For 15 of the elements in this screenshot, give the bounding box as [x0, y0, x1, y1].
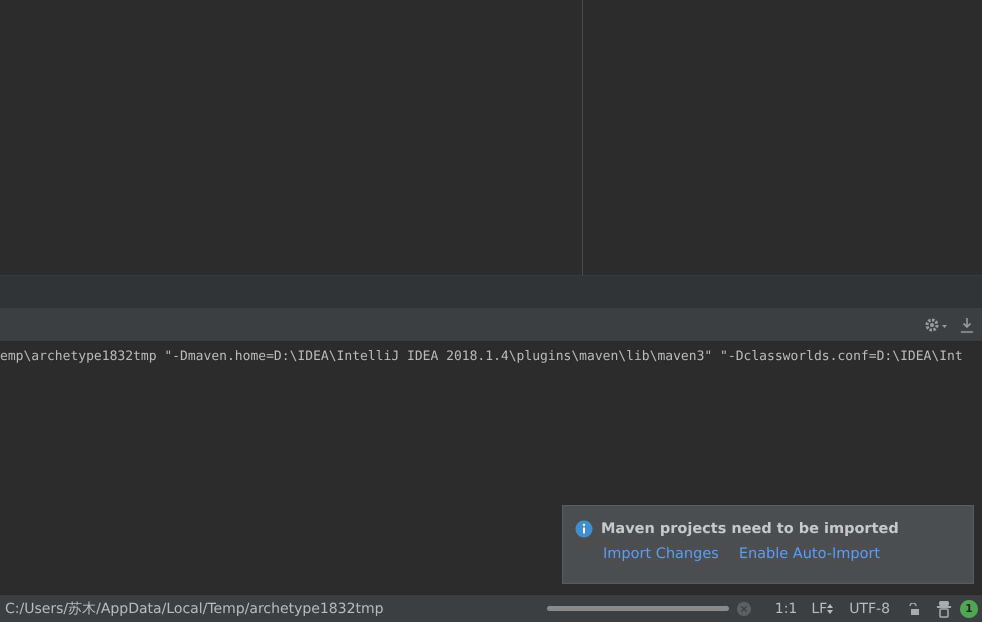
- inspector-icon[interactable]: [936, 600, 952, 618]
- file-path: C:/Users/苏木/AppData/Local/Temp/archetype1832tmp: [5, 600, 384, 618]
- line-separator[interactable]: LF: [811, 600, 828, 616]
- lock-icon[interactable]: [908, 602, 920, 614]
- sort-arrows-icon[interactable]: [827, 604, 834, 614]
- console-output: emp\archetype1832tmp "-Dmaven.home=D:\IDEA\IntelliJ IDEA 2018.1.4\plugins\maven\lib\maven3" "-Dclassworlds.conf=D:\IDEA\Int: [0, 349, 963, 364]
- event-count-badge[interactable]: 1: [960, 600, 978, 618]
- notification-link[interactable]: Import Changes: [603, 546, 719, 562]
- notification-title: Maven projects need to be imported: [601, 521, 899, 537]
- notification-link[interactable]: Enable Auto-Import: [738, 546, 880, 562]
- settings-icon[interactable]: [924, 316, 948, 332]
- download-icon[interactable]: [960, 316, 974, 332]
- caret-position[interactable]: 1:1: [774, 600, 798, 616]
- info-icon: [575, 520, 593, 538]
- file-encoding[interactable]: UTF-8: [849, 600, 890, 616]
